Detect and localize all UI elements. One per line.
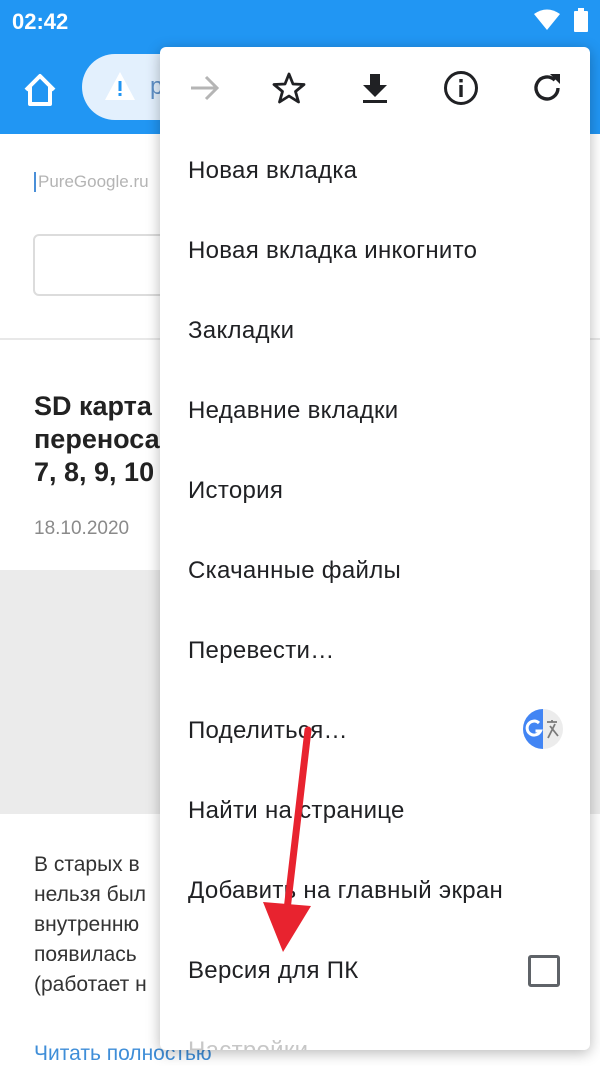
status-time: 02:42 [12, 9, 69, 34]
bookmark-star-icon[interactable] [270, 69, 308, 107]
menu-item-desktop-site[interactable]: Версия для ПК [188, 941, 568, 1001]
menu-item-new-tab[interactable]: Новая вкладка [188, 141, 568, 201]
menu-item-recent-tabs[interactable]: Недавние вкладки [188, 381, 568, 441]
status-bar: 02:42 [0, 0, 600, 44]
reload-icon[interactable] [528, 69, 566, 107]
desktop-site-checkbox[interactable] [528, 955, 560, 987]
menu-item-new-incognito-tab[interactable]: Новая вкладка инкогнито [188, 221, 568, 281]
overflow-menu: Новая вкладка Новая вкладка инкогнито За… [160, 47, 590, 1050]
menu-action-row [160, 47, 590, 127]
menu-item-settings[interactable]: Настройки [188, 1021, 568, 1050]
article-title[interactable]: SD карта переноса 7, 8, 9, 10 [34, 390, 160, 489]
forward-icon[interactable] [186, 69, 224, 107]
menu-item-translate[interactable]: Перевести… [188, 621, 568, 681]
warning-icon[interactable] [104, 71, 136, 101]
menu-item-share[interactable]: Поделиться… [188, 701, 568, 761]
menu-item-bookmarks[interactable]: Закладки [188, 301, 568, 361]
home-icon[interactable] [20, 70, 60, 110]
menu-item-find-in-page[interactable]: Найти на странице [188, 781, 568, 841]
status-icons [534, 8, 588, 32]
menu-item-history[interactable]: История [188, 461, 568, 521]
menu-item-add-to-home-screen[interactable]: Добавить на главный экран [188, 861, 568, 921]
battery-icon [574, 8, 588, 32]
article-date: 18.10.2020 [34, 518, 130, 539]
site-logo[interactable]: PureGoogle.ru [34, 172, 149, 192]
menu-item-downloads[interactable]: Скачанные файлы [188, 541, 568, 601]
info-icon[interactable] [442, 69, 480, 107]
wifi-icon [534, 9, 560, 30]
download-icon[interactable] [356, 69, 394, 107]
google-translate-icon [523, 709, 563, 749]
article-excerpt: В старых в нельзя был внутренню появилас… [34, 853, 147, 996]
